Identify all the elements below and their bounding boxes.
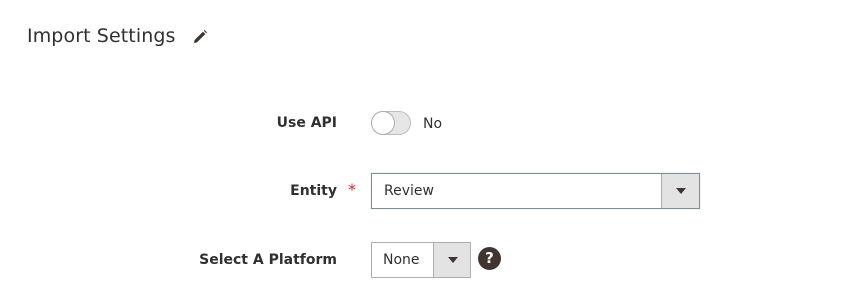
import-settings-panel: Import Settings Use API No Entity * Revi… [0,0,843,292]
entity-dropdown-toggle[interactable] [661,174,699,208]
help-icon[interactable]: ? [478,247,501,270]
entity-label: Entity [290,183,337,199]
platform-select[interactable]: None [371,242,471,278]
section-title: Import Settings [27,25,176,47]
use-api-label: Use API [276,115,337,131]
platform-dropdown-toggle[interactable] [433,243,470,277]
platform-selected-value: None [383,252,420,268]
pencil-icon[interactable] [192,29,208,45]
use-api-state: No [423,116,443,132]
use-api-toggle[interactable] [371,111,411,135]
entity-select[interactable]: Review [371,173,700,209]
toggle-knob [371,111,395,135]
chevron-down-icon [448,257,458,263]
entity-selected-value: Review [384,183,434,199]
platform-label: Select A Platform [199,252,337,268]
required-marker: * [348,180,356,199]
chevron-down-icon [676,188,686,194]
